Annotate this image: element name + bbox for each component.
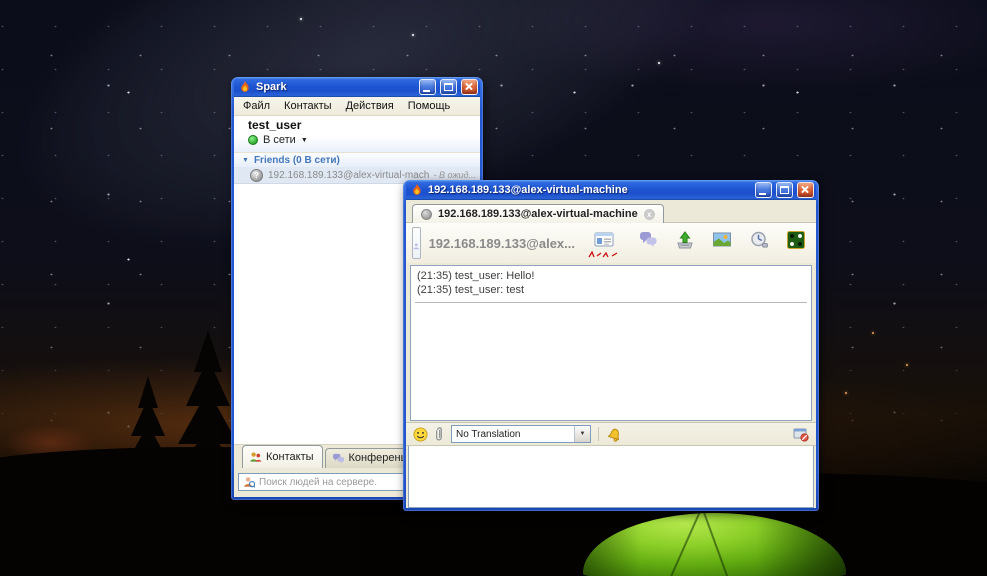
- message-input[interactable]: [408, 446, 814, 508]
- person-silhouette-icon: [413, 243, 420, 250]
- attach-file-icon[interactable]: [435, 426, 444, 442]
- close-button[interactable]: [461, 79, 478, 95]
- chat-header: 192.168.189.133@alex...: [406, 223, 816, 263]
- spark-titlebar[interactable]: Spark: [234, 77, 480, 97]
- chat-titlebar[interactable]: 192.168.189.133@alex-virtual-machine: [406, 180, 816, 200]
- red-scribble-caption: [588, 250, 618, 257]
- chat-tab-label: 192.168.189.133@alex-virtual-machine: [438, 208, 638, 220]
- avatar[interactable]: [412, 227, 421, 259]
- minimize-button[interactable]: [419, 79, 436, 95]
- chat-window: 192.168.189.133@alex-virtual-machine 192…: [403, 180, 819, 511]
- contact-jid: 192.168.189.133@alex-virtual-machine: [268, 169, 429, 181]
- status-label: В сети: [263, 134, 296, 146]
- buzz-attention-icon[interactable]: [606, 427, 622, 442]
- view-history-icon[interactable]: [749, 230, 769, 250]
- menu-file[interactable]: Файл: [243, 100, 270, 112]
- chat-contact-name: 192.168.189.133@alex...: [428, 235, 575, 251]
- roster-group-header[interactable]: ▼ Friends (0 В сети): [234, 152, 480, 167]
- menu-bar: Файл Контакты Действия Помощь: [234, 97, 480, 116]
- status-selector[interactable]: В сети ▼: [248, 134, 480, 146]
- window-title: Spark: [256, 81, 287, 93]
- vcard-profile-icon: [594, 232, 614, 246]
- contacts-people-icon: [250, 451, 262, 462]
- orange-star: [872, 332, 874, 334]
- view-profile-button[interactable]: [587, 230, 621, 259]
- toolbar-divider: [598, 427, 599, 441]
- bright-star: [412, 34, 414, 36]
- presence-dot-icon: [421, 208, 432, 220]
- orange-star: [906, 364, 908, 366]
- menu-actions[interactable]: Действия: [346, 100, 394, 112]
- collapse-arrow-icon[interactable]: ▼: [242, 157, 249, 164]
- maximize-button[interactable]: [776, 182, 793, 198]
- minimize-button[interactable]: [755, 182, 772, 198]
- message-separator: [415, 302, 807, 303]
- games-icon[interactable]: [786, 230, 806, 250]
- tab-contacts[interactable]: Контакты: [242, 445, 323, 468]
- chat-toolbar-icons: [587, 228, 806, 259]
- chat-message: (21:35) test_user: Hello!: [417, 270, 535, 282]
- orange-star: [845, 392, 847, 394]
- current-username: test_user: [248, 118, 302, 132]
- online-status-icon: [248, 135, 258, 145]
- green-tent: [583, 513, 846, 576]
- chat-tab-bar: 192.168.189.133@alex-virtual-machine x: [406, 200, 816, 223]
- chevron-down-icon[interactable]: ▼: [301, 137, 308, 144]
- send-file-icon[interactable]: [675, 230, 695, 250]
- group-label: Friends (0 В сети): [253, 154, 340, 166]
- user-status-panel: test_user В сети ▼: [234, 116, 480, 152]
- person-search-icon: [244, 477, 255, 488]
- tab-close-icon[interactable]: x: [643, 208, 655, 220]
- message-history[interactable]: (21:35) test_user: Hello! (21:35) test_u…: [410, 265, 812, 421]
- spark-flame-icon: [241, 80, 249, 92]
- bright-star: [658, 62, 660, 64]
- maximize-button[interactable]: [440, 79, 457, 95]
- select-arrow-icon[interactable]: ▼: [574, 426, 590, 442]
- close-button[interactable]: [797, 182, 814, 198]
- chat-client-area: 192.168.189.133@alex-virtual-machine x 1…: [406, 200, 816, 508]
- menu-help[interactable]: Помощь: [408, 100, 451, 112]
- window-title: 192.168.189.133@alex-virtual-machine: [428, 184, 628, 196]
- chat-message: (21:35) test_user: test: [417, 284, 525, 296]
- presence-pending-icon: ?: [250, 168, 263, 182]
- translation-selected-value: No Translation: [456, 428, 521, 440]
- menu-contacts[interactable]: Контакты: [284, 100, 332, 112]
- contact-status-text: - В ожид...: [433, 170, 476, 180]
- bright-star: [300, 18, 302, 20]
- tab-contacts-label: Контакты: [266, 450, 314, 463]
- conference-invite-icon[interactable]: [638, 230, 658, 250]
- chat-tab[interactable]: 192.168.189.133@alex-virtual-machine x: [412, 204, 664, 223]
- spark-flame-icon: [413, 183, 421, 195]
- send-screenshot-icon[interactable]: [712, 230, 732, 250]
- chat-input-toolbar: No Translation ▼: [406, 422, 816, 446]
- translation-select[interactable]: No Translation ▼: [451, 425, 591, 443]
- conference-bubbles-icon: [332, 453, 344, 463]
- disable-popup-icon[interactable]: [793, 427, 809, 442]
- emoticon-icon[interactable]: [413, 426, 428, 442]
